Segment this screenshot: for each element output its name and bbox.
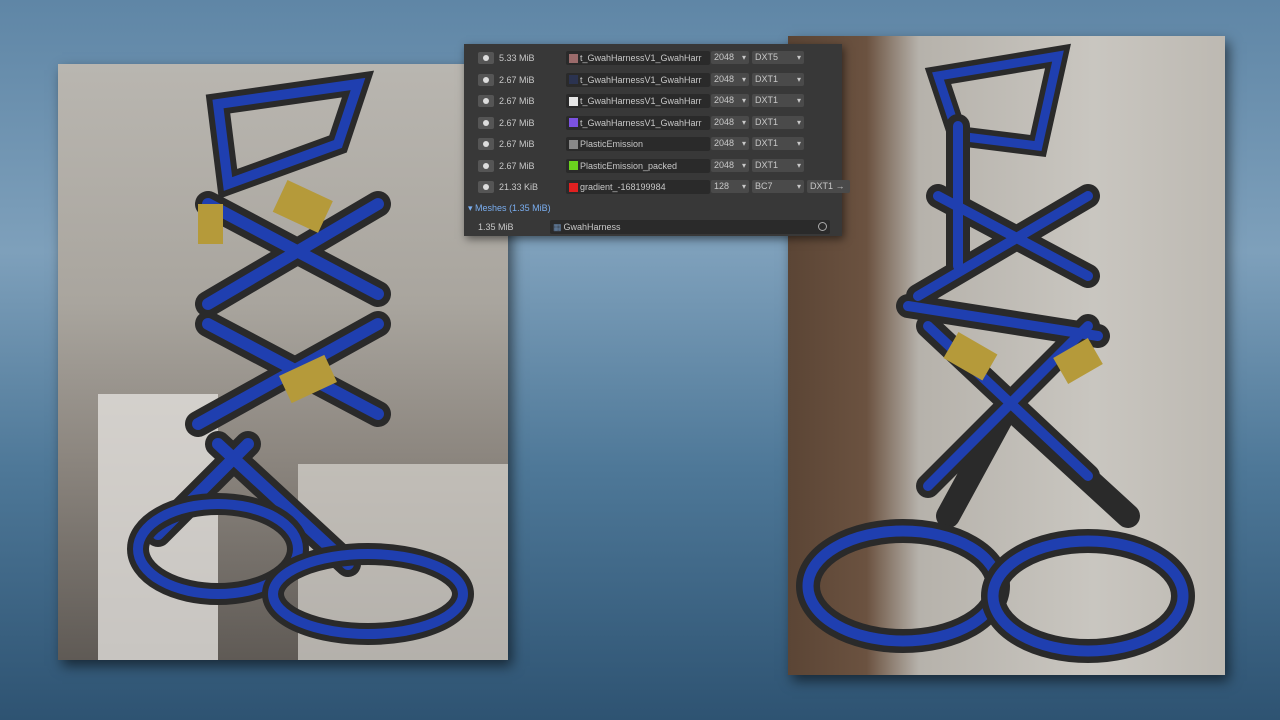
- texture-name: PlasticEmission: [580, 139, 644, 149]
- preview-button[interactable]: [478, 116, 494, 129]
- texture-size: 2.67 MiB: [499, 74, 535, 85]
- mesh-row: 1.35 MiB ▦ GwahHarness: [464, 219, 842, 235]
- mesh-size: 1.35 MiB: [478, 222, 514, 232]
- preview-button[interactable]: [478, 138, 494, 150]
- texture-name: t_GwahHarnessV1_GwahHarr: [580, 117, 702, 128]
- product-photo-front: [58, 64, 508, 660]
- texture-object-field[interactable]: t_GwahHarnessV1_GwahHarr: [566, 115, 710, 130]
- harness-illustration-back: [796, 43, 1195, 663]
- texture-size: 5.33 MiB: [499, 53, 535, 63]
- texture-size: 2.67 MiB: [499, 96, 535, 106]
- texture-row: 2.67 MiB t_GwahHarnessV1_GwahHarr 2048 D…: [464, 91, 842, 111]
- format-dropdown[interactable]: DXT1: [752, 137, 804, 150]
- texture-size: 2.67 MiB: [499, 139, 535, 149]
- preview-button[interactable]: [478, 159, 494, 172]
- preview-button[interactable]: [478, 95, 494, 107]
- texture-row: 2.67 MiB t_GwahHarnessV1_GwahHarr 2048 D…: [464, 113, 842, 133]
- texture-object-field[interactable]: PlasticEmission_packed: [566, 158, 710, 173]
- texture-thumbnail: [569, 161, 578, 170]
- texture-name: t_GwahHarnessV1_GwahHarr: [580, 74, 702, 85]
- harness-illustration-front: [98, 70, 508, 660]
- texture-thumbnail: [569, 118, 578, 127]
- texture-object-field[interactable]: gradient_-168199984: [566, 180, 710, 194]
- format-dropdown[interactable]: DXT5: [752, 51, 804, 64]
- texture-row: 21.33 KiB gradient_-168199984 128 BC7 DX…: [464, 177, 850, 197]
- texture-name: gradient_-168199984: [580, 182, 666, 192]
- resolution-dropdown[interactable]: 2048: [711, 51, 749, 64]
- mesh-icon: ▦: [553, 221, 562, 232]
- texture-row: 2.67 MiB t_GwahHarnessV1_GwahHarr 2048 D…: [464, 70, 842, 90]
- format-dropdown[interactable]: BC7: [752, 180, 804, 193]
- texture-thumbnail: [569, 75, 578, 84]
- resolution-dropdown[interactable]: 2048: [711, 94, 749, 107]
- product-photo-back: [788, 36, 1225, 675]
- meshes-section-header[interactable]: ▾ Meshes (1.35 MiB): [468, 203, 551, 214]
- texture-object-field[interactable]: t_GwahHarnessV1_GwahHarr: [566, 72, 710, 87]
- texture-name: t_GwahHarnessV1_GwahHarr: [580, 96, 702, 106]
- texture-name: PlasticEmission_packed: [580, 160, 678, 171]
- meshes-label: Meshes: [475, 203, 507, 213]
- texture-thumbnail: [569, 96, 578, 106]
- foldout-arrow-icon: ▾: [468, 203, 476, 213]
- object-picker-icon[interactable]: [818, 222, 827, 231]
- preview-button[interactable]: [478, 73, 494, 86]
- texture-object-field[interactable]: PlasticEmission: [566, 137, 710, 151]
- mesh-object-field[interactable]: ▦ GwahHarness: [550, 220, 830, 234]
- texture-row: 5.33 MiB t_GwahHarnessV1_GwahHarr 2048 D…: [464, 48, 842, 68]
- preview-button[interactable]: [478, 181, 494, 193]
- resolution-dropdown[interactable]: 2048: [711, 137, 749, 150]
- texture-row: 2.67 MiB PlasticEmission 2048 DXT1: [464, 134, 842, 154]
- resolution-dropdown[interactable]: 2048: [711, 115, 749, 129]
- format-dropdown[interactable]: DXT1: [752, 72, 804, 86]
- resolution-dropdown[interactable]: 2048: [711, 72, 749, 86]
- texture-name: t_GwahHarnessV1_GwahHarr: [580, 53, 702, 63]
- resolution-dropdown[interactable]: 2048: [711, 158, 749, 172]
- format-dropdown[interactable]: DXT1: [752, 94, 804, 107]
- resolution-dropdown[interactable]: 128: [711, 180, 749, 193]
- format-dropdown[interactable]: DXT1: [752, 115, 804, 129]
- meshes-total: (1.35 MiB): [509, 203, 551, 213]
- texture-size: 21.33 KiB: [499, 182, 539, 192]
- texture-thumbnail: [569, 53, 578, 63]
- texture-size: 2.67 MiB: [499, 160, 535, 171]
- texture-size: 2.67 MiB: [499, 117, 535, 128]
- texture-object-field[interactable]: t_GwahHarnessV1_GwahHarr: [566, 94, 710, 108]
- texture-thumbnail: [569, 182, 578, 192]
- mesh-name: GwahHarness: [563, 222, 621, 232]
- texture-memory-panel: 5.33 MiB t_GwahHarnessV1_GwahHarr 2048 D…: [464, 44, 850, 236]
- texture-object-field[interactable]: t_GwahHarnessV1_GwahHarr: [566, 51, 710, 65]
- texture-thumbnail: [569, 139, 578, 149]
- preview-button[interactable]: [478, 52, 494, 64]
- format-dropdown[interactable]: DXT1: [752, 158, 804, 172]
- convert-format-button[interactable]: DXT1 →: [807, 180, 850, 193]
- texture-row: 2.67 MiB PlasticEmission_packed 2048 DXT…: [464, 156, 842, 176]
